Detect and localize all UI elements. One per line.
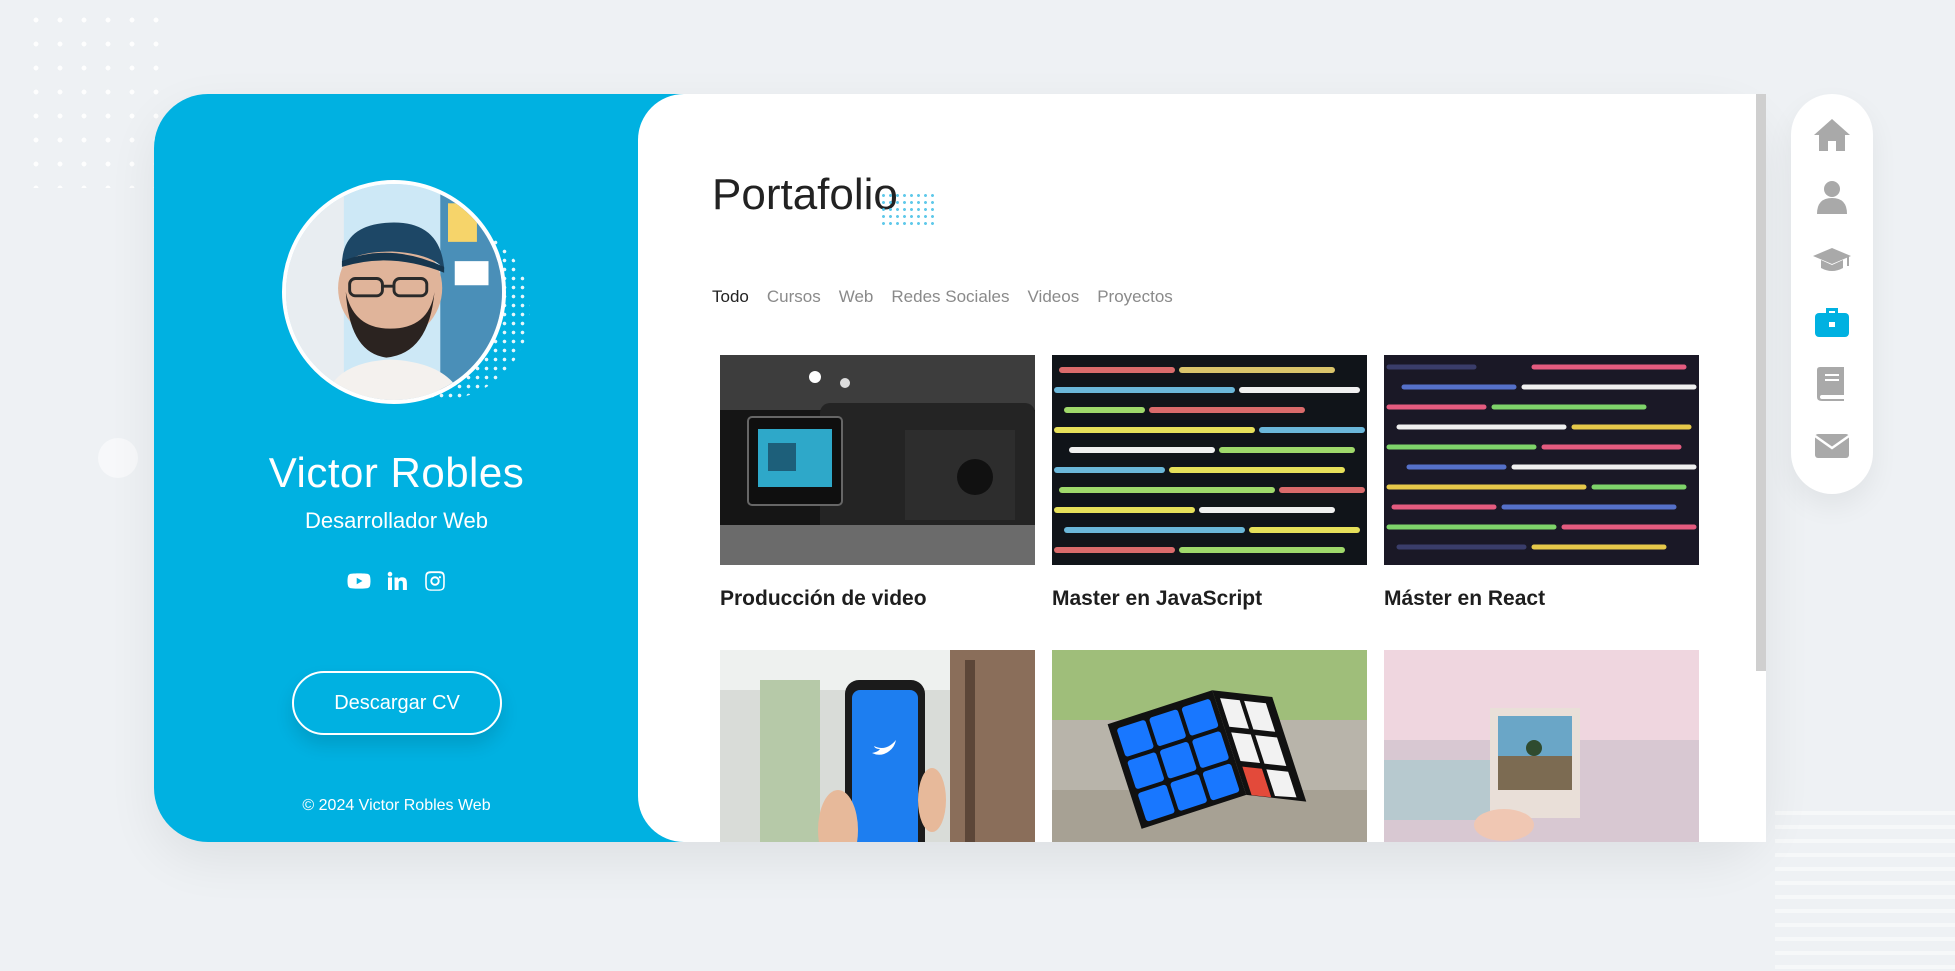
background-line-pattern	[1775, 811, 1955, 971]
user-icon	[1817, 181, 1847, 214]
page-title: Portafolio	[712, 170, 898, 219]
nav-contact[interactable]	[1811, 426, 1853, 464]
download-cv-button[interactable]: Descargar CV	[292, 671, 502, 735]
nav-about[interactable]	[1811, 178, 1853, 216]
portfolio-thumbnail-rubik-cube	[1052, 650, 1367, 842]
filter-social-networks[interactable]: Redes Sociales	[891, 287, 1009, 307]
portfolio-item-title: Master en JavaScript	[1052, 587, 1263, 610]
nav-education[interactable]	[1811, 240, 1853, 278]
portfolio-thumbnail-code	[1052, 355, 1367, 565]
nav-blog[interactable]	[1811, 364, 1853, 402]
portfolio-thumbnail-phone	[720, 650, 1035, 842]
portfolio-item-polaroid[interactable]	[1384, 650, 1699, 842]
graduation-cap-icon	[1813, 248, 1851, 271]
portfolio-item-rubik[interactable]	[1052, 650, 1367, 842]
profile-name: Victor Robles	[268, 449, 525, 496]
portfolio-thumbnail-polaroid	[1384, 650, 1699, 842]
portfolio-item-title: Máster en React	[1384, 587, 1546, 610]
home-icon	[1814, 119, 1850, 151]
side-navigation	[1791, 94, 1873, 494]
filter-web[interactable]: Web	[839, 287, 874, 307]
instagram-icon[interactable]	[423, 569, 447, 593]
portfolio-content: Portafolio Todo Cursos Web Redes Sociale…	[638, 94, 1766, 842]
filter-tabs: Todo Cursos Web Redes Sociales Videos Pr…	[712, 287, 1173, 307]
profile-role: Desarrollador Web	[304, 508, 488, 533]
portfolio-item-title: Producción de video	[720, 587, 927, 610]
nav-home[interactable]	[1811, 116, 1853, 154]
profile-panel: Victor Robles Desarrollador Web Descarga…	[154, 94, 639, 842]
scrollbar[interactable]	[1756, 94, 1766, 671]
portfolio-item-react[interactable]: Máster en React	[1384, 355, 1699, 650]
filter-courses[interactable]: Cursos	[767, 287, 821, 307]
social-links	[154, 569, 639, 593]
avatar-wrap	[282, 180, 530, 410]
filter-videos[interactable]: Videos	[1028, 287, 1080, 307]
briefcase-icon	[1815, 308, 1849, 337]
nav-portfolio[interactable]	[1811, 302, 1853, 340]
copyright-text: © 2024 Victor Robles Web	[302, 797, 491, 814]
portfolio-item-video-production[interactable]: Producción de video	[720, 355, 1035, 650]
linkedin-icon[interactable]	[385, 569, 409, 593]
filter-projects[interactable]: Proyectos	[1097, 287, 1173, 307]
portfolio-item-javascript[interactable]: Master en JavaScript	[1052, 355, 1367, 650]
portfolio-thumbnail-camera	[720, 355, 1035, 565]
book-icon	[1817, 367, 1844, 401]
title-dot-pattern	[880, 192, 938, 228]
background-dot-pattern	[24, 8, 164, 188]
youtube-icon[interactable]	[347, 569, 371, 593]
envelope-icon	[1814, 434, 1850, 458]
portfolio-thumbnail-code-dark	[1384, 355, 1699, 565]
portfolio-item-twitter[interactable]	[720, 650, 1035, 842]
filter-all[interactable]: Todo	[712, 287, 749, 307]
portfolio-card: Victor Robles Desarrollador Web Descarga…	[154, 94, 1766, 842]
background-blob	[98, 438, 138, 478]
avatar	[282, 180, 506, 404]
portfolio-grid: Producción de video Master en JavaScript…	[720, 355, 1700, 842]
